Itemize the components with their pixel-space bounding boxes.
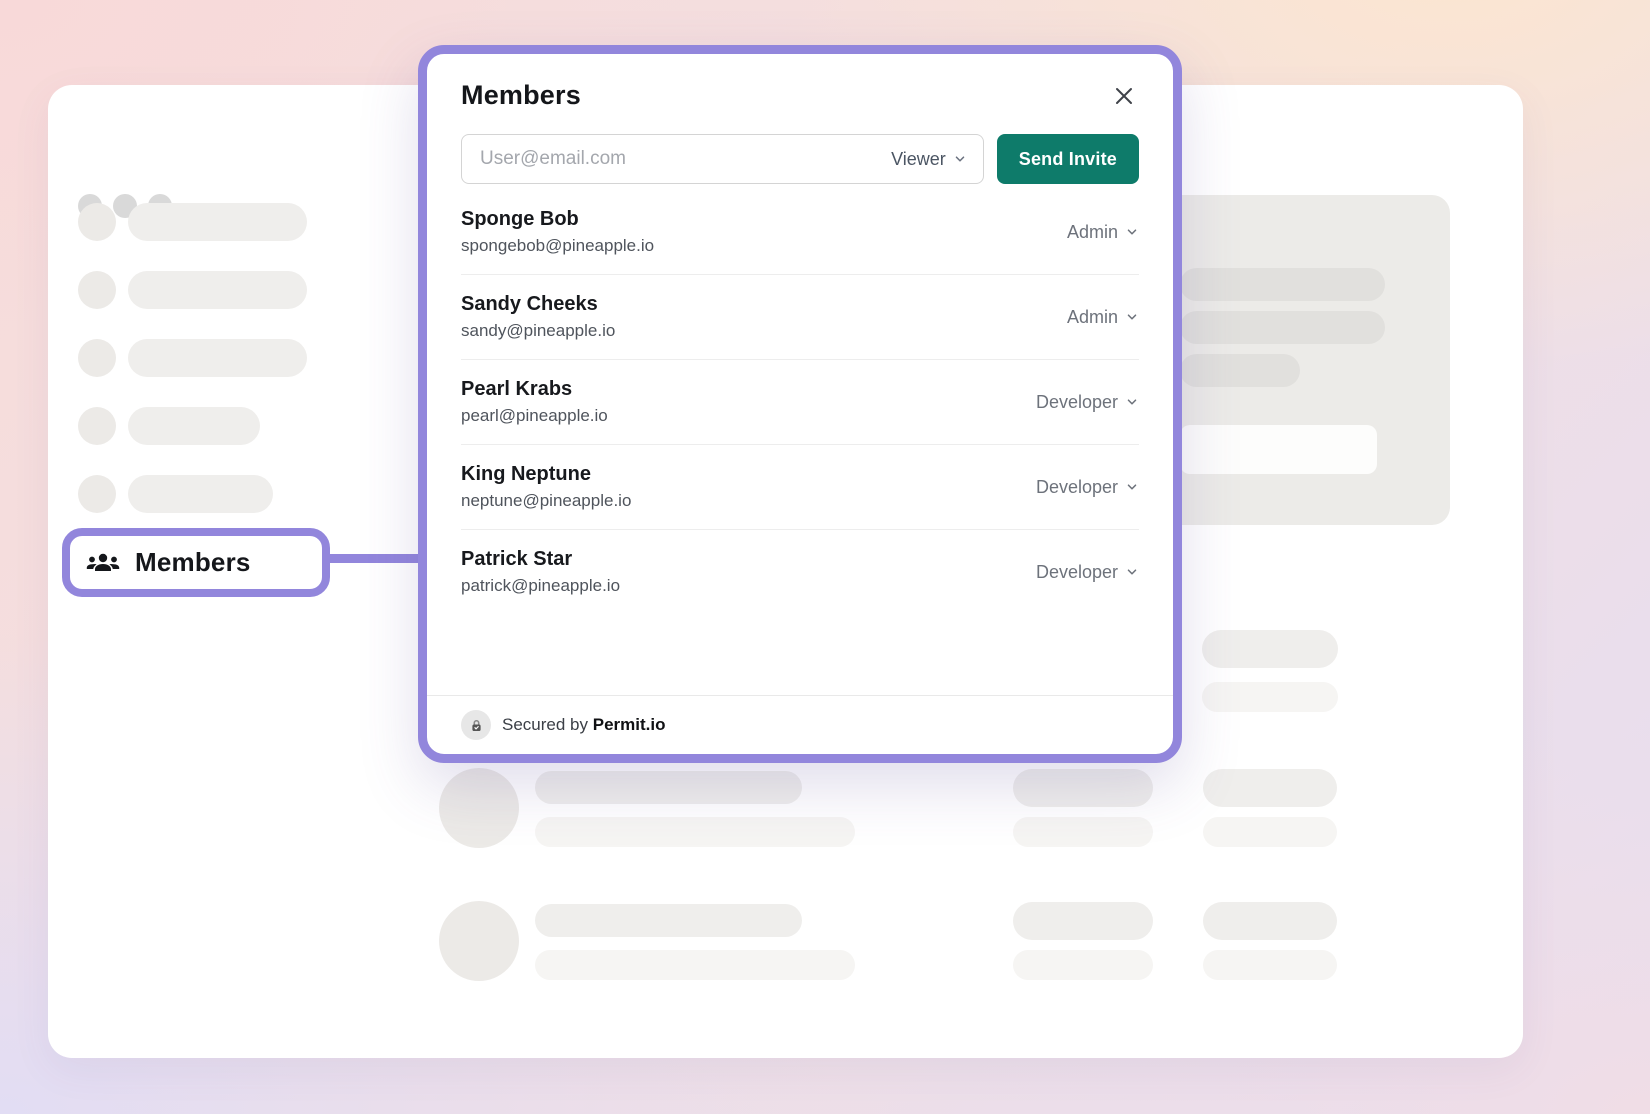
skeleton-bar (1013, 902, 1153, 940)
invite-email-input[interactable] (478, 147, 892, 171)
sidebar-item-members[interactable]: Members (62, 528, 330, 597)
invite-email-field[interactable]: Viewer (461, 134, 984, 184)
skeleton-bar (128, 203, 307, 241)
member-role-dropdown[interactable]: Developer (1036, 392, 1139, 413)
members-people-icon (86, 550, 120, 576)
member-name: Sponge Bob (461, 208, 579, 230)
skeleton-bar (128, 271, 307, 309)
member-row: Pearl Krabs pearl@pineapple.io Developer (461, 360, 1139, 445)
invite-role-dropdown[interactable]: Viewer (891, 149, 967, 170)
skeleton-bar (535, 817, 855, 847)
member-email: patrick@pineapple.io (461, 576, 621, 595)
highlight-connector-line (328, 554, 420, 563)
member-role-dropdown[interactable]: Admin (1067, 222, 1139, 243)
member-row: Sandy Cheeks sandy@pineapple.io Admin (461, 275, 1139, 360)
skeleton-bar (128, 339, 307, 377)
skeleton-bar (1202, 682, 1338, 712)
member-row: King Neptune neptune@pineapple.io Develope… (461, 445, 1139, 530)
member-identity: King Neptune neptune@pineapple.io (461, 463, 631, 511)
skeleton-bar (1013, 769, 1153, 807)
member-name: King Neptune (461, 463, 591, 485)
skeleton-bar (128, 407, 260, 445)
chevron-down-icon (955, 156, 965, 162)
modal-title: Members (461, 80, 581, 110)
member-role-value: Admin (1066, 221, 1118, 242)
member-row: Sponge Bob spongebob@pineapple.io Admin (461, 190, 1139, 275)
invite-role-value: Viewer (891, 148, 946, 169)
skeleton-avatar (439, 901, 519, 981)
skeleton-bar (1180, 268, 1385, 301)
chevron-down-icon (1127, 314, 1137, 320)
skeleton-bar (1202, 630, 1338, 668)
skeleton-bar (1203, 950, 1337, 980)
skeleton-bar (1013, 950, 1153, 980)
member-name: Patrick Star (461, 548, 573, 570)
invite-row: Viewer Send Invite (461, 134, 1139, 184)
chevron-down-icon (1127, 399, 1137, 405)
member-role-dropdown[interactable]: Admin (1067, 307, 1139, 328)
modal-header: Members (461, 80, 1139, 111)
member-email: neptune@pineapple.io (461, 491, 632, 510)
member-email: pearl@pineapple.io (461, 406, 608, 425)
chevron-down-icon (1127, 484, 1137, 490)
member-row: Patrick Star patrick@pineapple.io Develope… (461, 530, 1139, 614)
member-role-value: Admin (1066, 306, 1118, 327)
skeleton-avatar (78, 407, 116, 445)
member-identity: Sponge Bob spongebob@pineapple.io (461, 208, 654, 256)
chevron-down-icon (1127, 569, 1137, 575)
skeleton-avatar (78, 203, 116, 241)
close-icon[interactable] (1109, 81, 1139, 111)
member-name: Pearl Krabs (461, 378, 573, 400)
member-list: Sponge Bob spongebob@pineapple.io Admin San… (461, 190, 1139, 614)
member-identity: Pearl Krabs pearl@pineapple.io (461, 378, 608, 426)
member-role-dropdown[interactable]: Developer (1036, 477, 1139, 498)
member-identity: Patrick Star patrick@pineapple.io (461, 548, 620, 596)
member-email: sandy@pineapple.io (461, 321, 616, 340)
skeleton-bar (1203, 817, 1337, 847)
sidebar-members-label: Members (135, 547, 251, 577)
permit-brand: Permit.io (592, 715, 666, 734)
skeleton-bar (535, 950, 855, 980)
skeleton-bar (1013, 817, 1153, 847)
skeleton-bar (535, 904, 802, 937)
skeleton-bar (128, 475, 273, 513)
skeleton-bar (535, 771, 802, 804)
member-identity: Sandy Cheeks sandy@pineapple.io (461, 293, 615, 341)
member-name: Sandy Cheeks (461, 293, 598, 315)
chevron-down-icon (1127, 229, 1137, 235)
member-role-value: Developer (1035, 476, 1118, 497)
member-role-value: Developer (1035, 391, 1118, 412)
skeleton-bar (1180, 311, 1385, 344)
member-role-dropdown[interactable]: Developer (1036, 562, 1139, 583)
member-role-value: Developer (1035, 561, 1118, 582)
secured-by-text: Secured by Permit.io (502, 715, 666, 734)
skeleton-bar (1203, 769, 1337, 807)
permit-lock-icon (461, 710, 491, 740)
skeleton-avatar (78, 475, 116, 513)
skeleton-input (1180, 425, 1377, 474)
skeleton-bar (1180, 354, 1300, 387)
modal-footer: Secured by Permit.io (427, 695, 1173, 754)
skeleton-avatar (439, 768, 519, 848)
send-invite-button[interactable]: Send Invite (996, 134, 1139, 184)
member-email: spongebob@pineapple.io (461, 236, 655, 255)
members-modal: Members Viewer Send Invite Sponge Bob spo… (418, 45, 1182, 763)
skeleton-avatar (78, 339, 116, 377)
skeleton-avatar (78, 271, 116, 309)
skeleton-bar (1203, 902, 1337, 940)
